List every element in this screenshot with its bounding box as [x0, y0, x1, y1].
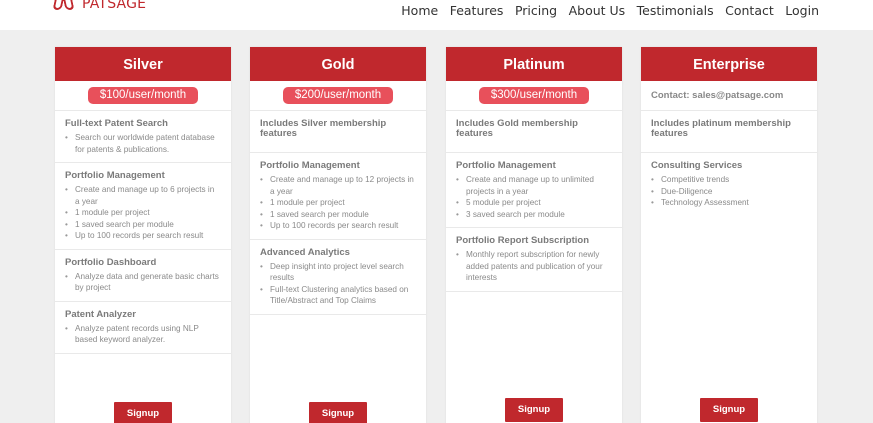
- feature-item: Monthly report subscription for newly ad…: [456, 249, 612, 284]
- plan-name: Enterprise: [641, 47, 817, 81]
- feature-item: Deep insight into project level search r…: [260, 261, 416, 284]
- brand-name: PATSAGE: [82, 0, 147, 12]
- feature-section: Portfolio Dashboard Analyze data and gen…: [55, 250, 231, 302]
- nav-pricing[interactable]: Pricing: [515, 3, 557, 18]
- feature-section: Consulting Services Competitive trends D…: [641, 153, 817, 216]
- feature-title: Portfolio Report Subscription: [456, 235, 589, 246]
- feature-item: Competitive trends: [651, 174, 807, 186]
- feature-section: Portfolio Management Create and manage u…: [446, 153, 622, 228]
- feature-title: Patent Analyzer: [65, 308, 136, 320]
- feature-item: 1 saved search per module: [260, 209, 416, 221]
- nav-contact[interactable]: Contact: [725, 3, 774, 18]
- feature-title: Portfolio Management: [65, 170, 165, 181]
- feature-title: Advanced Analytics: [260, 246, 350, 258]
- feature-title: Includes platinum membership features: [651, 118, 791, 139]
- contact-email[interactable]: Contact: sales@patsage.com: [641, 81, 817, 111]
- feature-title: Portfolio Management: [260, 160, 360, 171]
- feature-item: Create and manage up to unlimited projec…: [456, 174, 612, 197]
- feature-section: Advanced Analytics Deep insight into pro…: [250, 240, 426, 315]
- plan-card-silver: Silver $100/user/month Full-text Patent …: [55, 47, 231, 423]
- feature-item: Technology Assessment: [651, 197, 807, 209]
- feature-section: Includes platinum membership features: [641, 111, 817, 153]
- feature-section: Portfolio Management Create and manage u…: [250, 153, 426, 240]
- feature-title: Portfolio Management: [456, 160, 556, 171]
- signup-button[interactable]: Signup: [114, 402, 172, 423]
- feature-title: Portfolio Dashboard: [65, 256, 157, 268]
- top-navbar: PATSAGE Home Features Pricing About Us T…: [0, 0, 873, 30]
- nav-about-us[interactable]: About Us: [569, 3, 626, 18]
- feature-section: Includes Silver membership features: [250, 111, 426, 153]
- feature-title: Includes Gold membership features: [456, 118, 578, 139]
- nav-login[interactable]: Login: [785, 3, 819, 18]
- feature-title: Full-text Patent Search: [65, 118, 168, 129]
- feature-item: 1 module per project: [260, 197, 416, 209]
- signup-button[interactable]: Signup: [309, 402, 367, 423]
- plan-card-enterprise: Enterprise Contact: sales@patsage.com In…: [641, 47, 817, 423]
- feature-item: Create and manage up to 6 projects in a …: [65, 184, 221, 207]
- feature-item: 5 module per project: [456, 197, 612, 209]
- nav-home[interactable]: Home: [401, 3, 438, 18]
- signup-button[interactable]: Signup: [505, 398, 563, 422]
- logo-icon: [52, 0, 76, 12]
- feature-item: Up to 100 records per search result: [65, 230, 221, 242]
- feature-section: Portfolio Management Create and manage u…: [55, 163, 231, 250]
- feature-section: Portfolio Report Subscription Monthly re…: [446, 228, 622, 292]
- plan-name: Platinum: [446, 47, 622, 81]
- feature-section: Patent Analyzer Analyze patent records u…: [55, 302, 231, 354]
- feature-section: Includes Gold membership features: [446, 111, 622, 153]
- plan-name: Silver: [55, 47, 231, 81]
- feature-title: Includes Silver membership features: [260, 118, 387, 139]
- feature-item: Due-Diligence: [651, 186, 807, 198]
- feature-item: Up to 100 records per search result: [260, 220, 416, 232]
- feature-item: 3 saved search per module: [456, 209, 612, 221]
- plan-price: $300/user/month: [478, 87, 590, 104]
- nav-testimonials[interactable]: Testimonials: [637, 3, 714, 18]
- feature-item: Analyze patent records using NLP based k…: [65, 323, 221, 346]
- feature-section: Full-text Patent Search Search our world…: [55, 111, 231, 163]
- logo[interactable]: PATSAGE: [52, 0, 147, 12]
- plan-card-platinum: Platinum $300/user/month Includes Gold m…: [446, 47, 622, 423]
- signup-button[interactable]: Signup: [700, 398, 758, 422]
- plan-price: $200/user/month: [282, 87, 394, 104]
- feature-item: Analyze data and generate basic charts b…: [65, 271, 221, 294]
- main-nav: Home Features Pricing About Us Testimoni…: [390, 3, 819, 18]
- nav-features[interactable]: Features: [450, 3, 504, 18]
- feature-item: 1 saved search per module: [65, 219, 221, 231]
- feature-item: Search our worldwide patent database for…: [65, 132, 221, 155]
- plan-card-gold: Gold $200/user/month Includes Silver mem…: [250, 47, 426, 423]
- plan-name: Gold: [250, 47, 426, 81]
- feature-item: Full-text Clustering analytics based on …: [260, 284, 416, 307]
- plan-price: $100/user/month: [87, 87, 199, 104]
- feature-item: Create and manage up to 12 projects in a…: [260, 174, 416, 197]
- feature-item: 1 module per project: [65, 207, 221, 219]
- feature-title: Consulting Services: [651, 160, 743, 171]
